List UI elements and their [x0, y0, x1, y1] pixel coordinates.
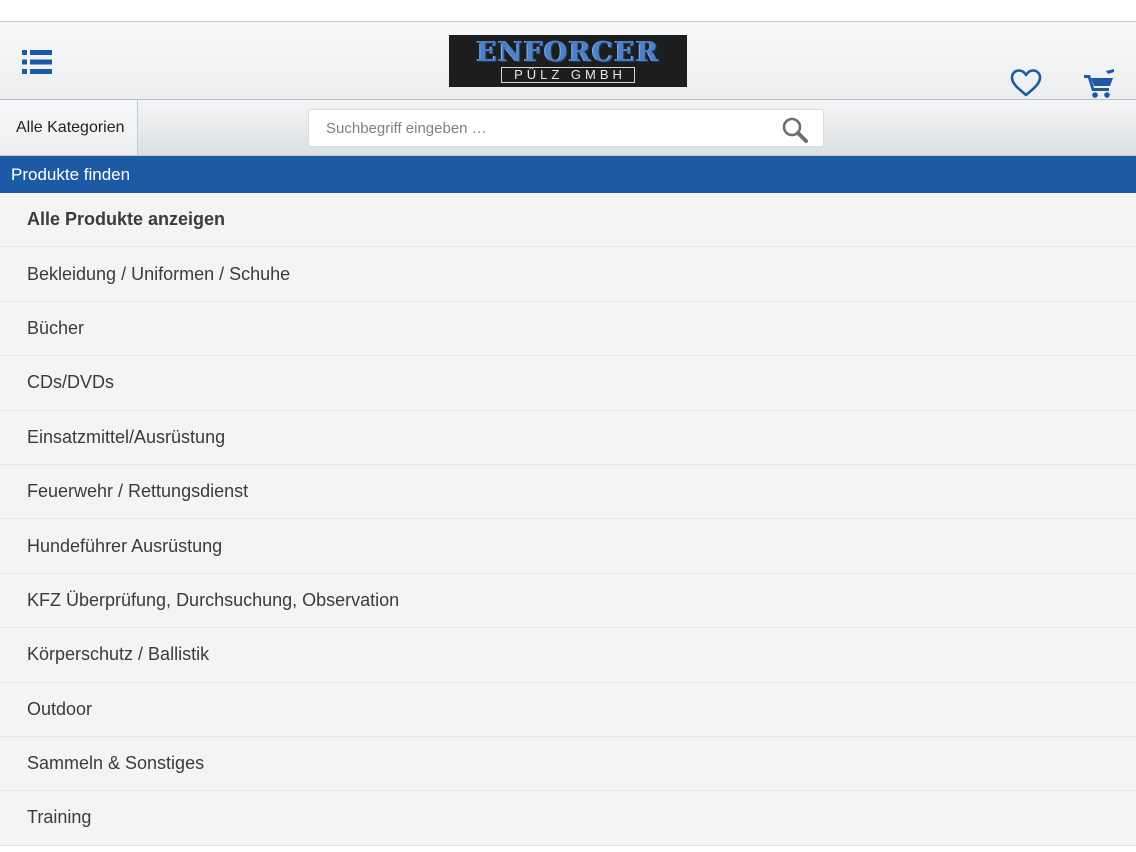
- list-item[interactable]: CDs/DVDs: [0, 356, 1136, 411]
- search-box: [308, 109, 824, 147]
- list-item[interactable]: Training: [0, 791, 1136, 846]
- list-item[interactable]: Outdoor: [0, 683, 1136, 737]
- list-item[interactable]: Feuerwehr / Rettungsdienst: [0, 465, 1136, 520]
- menu-button[interactable]: [22, 50, 52, 74]
- search-input[interactable]: [309, 110, 769, 146]
- toolbar: Alle Kategorien: [0, 100, 1136, 156]
- logo-subtitle: PÜLZ GMBH: [501, 67, 635, 83]
- list-item[interactable]: Körperschutz / Ballistik: [0, 628, 1136, 683]
- search-button[interactable]: [781, 116, 809, 144]
- list-item[interactable]: Bekleidung / Uniformen / Schuhe: [0, 247, 1136, 302]
- list-item[interactable]: Bücher: [0, 302, 1136, 357]
- list-item[interactable]: Einsatzmittel/Ausrüstung: [0, 411, 1136, 465]
- status-strip: [0, 0, 1136, 22]
- header: ENFORCER PÜLZ GMBH: [0, 22, 1136, 100]
- list-item[interactable]: KFZ Überprüfung, Durchsuchung, Observati…: [0, 574, 1136, 629]
- category-list: Alle Produkte anzeigen Bekleidung / Unif…: [0, 193, 1136, 846]
- logo-title: ENFORCER: [476, 37, 660, 68]
- brand-logo[interactable]: ENFORCER PÜLZ GMBH: [449, 35, 687, 87]
- list-item-all-products[interactable]: Alle Produkte anzeigen: [0, 193, 1136, 248]
- magnifier-icon: [782, 117, 808, 143]
- section-title: Produkte finden: [0, 156, 1136, 193]
- shopping-cart-icon: [1084, 69, 1114, 98]
- heart-icon: [1010, 69, 1042, 97]
- all-categories-button[interactable]: Alle Kategorien: [0, 100, 138, 155]
- list-item[interactable]: Sammeln & Sonstiges: [0, 737, 1136, 792]
- list-menu-icon: [22, 50, 52, 74]
- cart-button[interactable]: [1082, 69, 1116, 99]
- list-item[interactable]: Hundeführer Ausrüstung: [0, 519, 1136, 574]
- wishlist-button[interactable]: [1009, 68, 1043, 98]
